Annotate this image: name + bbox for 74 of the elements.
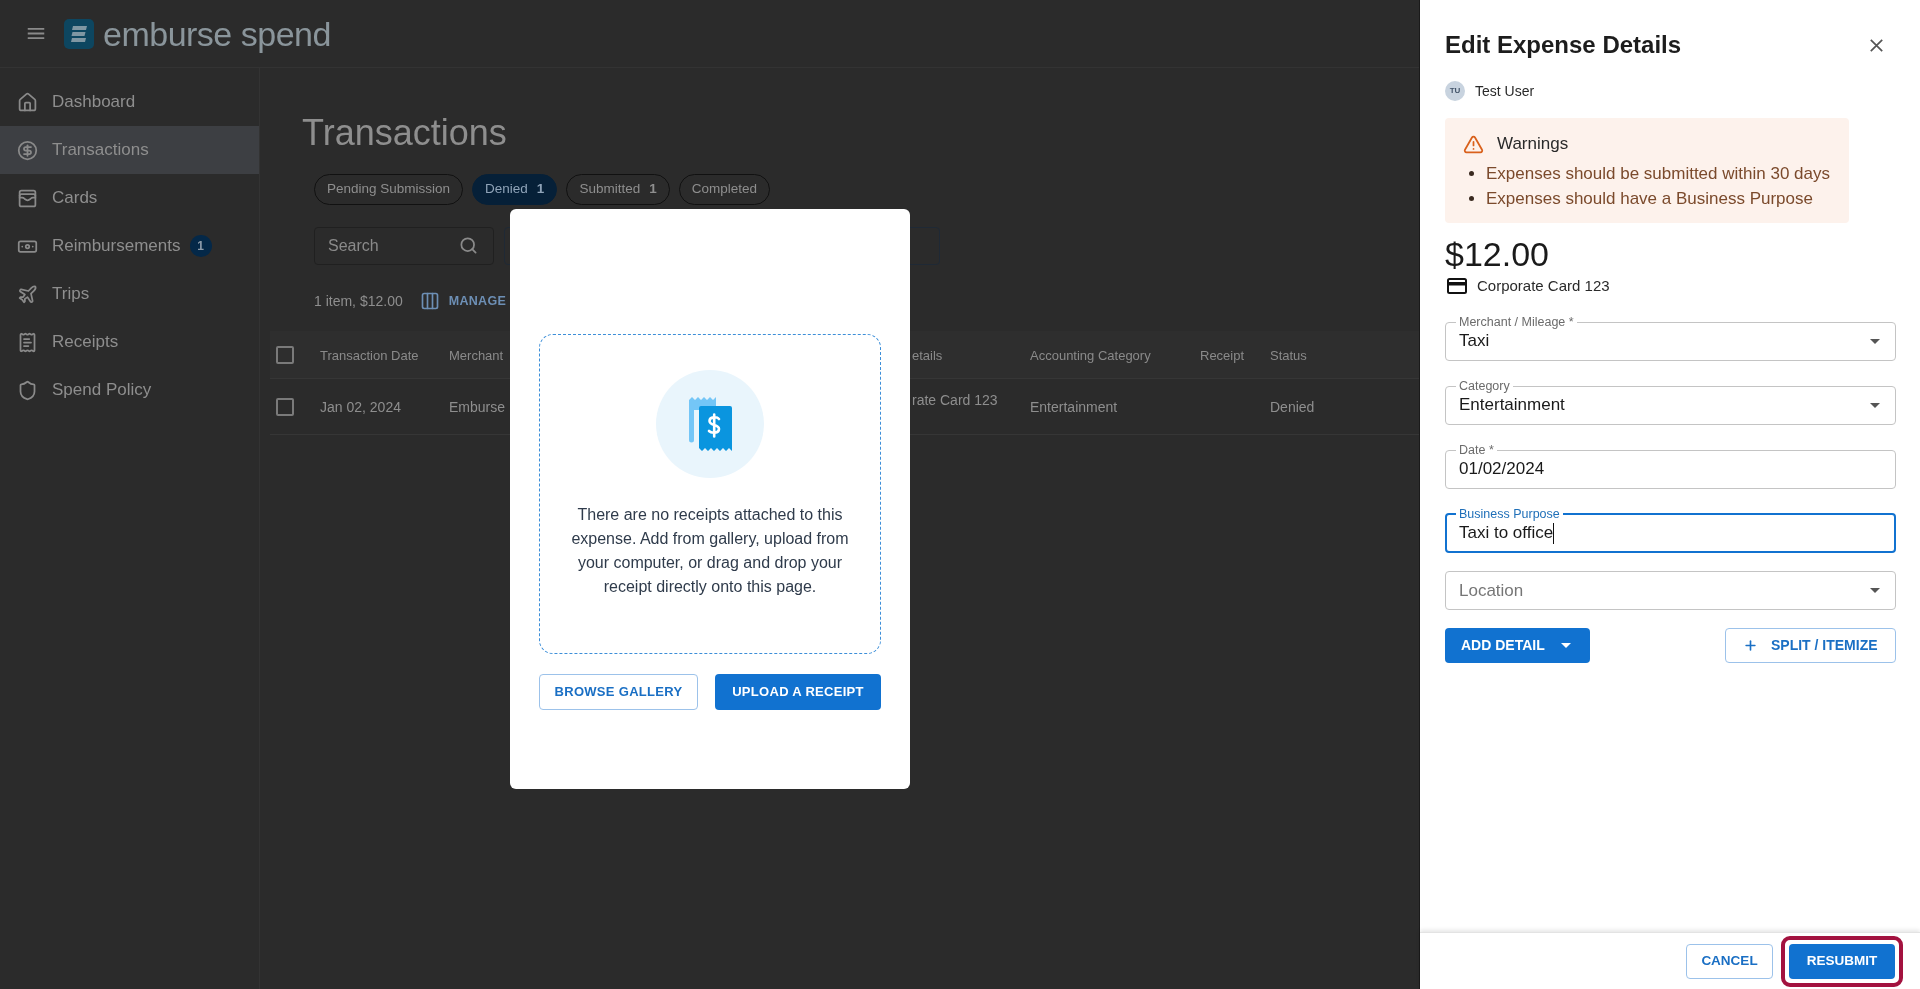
warning-icon <box>1463 133 1484 155</box>
column-header: Accounting Category <box>1030 347 1151 363</box>
nav-item[interactable]: Reimbursements 1 <box>0 222 259 270</box>
column-header: Merchant <box>449 347 504 363</box>
text-cursor-icon <box>1553 522 1555 544</box>
primary-button[interactable]: RESUBMIT <box>1789 943 1895 979</box>
table-cell: Emburse <box>449 398 506 415</box>
secondary-button[interactable]: BROWSE GALLERY <box>539 674 698 710</box>
search-icon <box>459 236 478 255</box>
filter-chip[interactable]: Denied 1 <box>472 174 558 205</box>
table-cell: Jan 02, 2024 <box>320 398 401 415</box>
shield-icon <box>17 379 38 401</box>
column-header: Status <box>1270 347 1307 363</box>
columns-icon <box>419 291 440 311</box>
card-icon <box>1447 278 1467 294</box>
card-name: Corporate Card 123 <box>1477 275 1610 296</box>
warning-item: Expenses should have a Business Purpose <box>1486 188 1813 210</box>
count-badge: 1 <box>189 235 212 257</box>
field-label: Business Purpose <box>1458 507 1561 521</box>
text-field[interactable]: Date * 01/02/2024 <box>1445 443 1896 489</box>
panel-title: Edit Expense Details <box>1445 30 1682 60</box>
primary-button[interactable]: UPLOAD A RECEIPT <box>715 674 881 710</box>
nav-item[interactable]: Dashboard <box>0 78 259 126</box>
search-field[interactable]: Search <box>314 227 494 265</box>
table-cell: Denied <box>1270 398 1315 415</box>
drop-zone[interactable]: There are no receipts attached to this expense. Add from gallery, upload from your computer, or drag and drop your receipt directly onto this page. <box>539 334 881 654</box>
cards-icon <box>17 187 38 209</box>
close-icon <box>1869 38 1883 52</box>
checkbox[interactable] <box>276 345 294 364</box>
bullet-icon <box>1469 196 1474 201</box>
caret-icon <box>1870 402 1880 408</box>
nav-item[interactable]: Cards <box>0 174 259 222</box>
dropdown-button[interactable]: ADD DETAIL <box>1445 628 1590 663</box>
logo-icon <box>64 18 94 49</box>
field-label: Category <box>1458 379 1511 393</box>
receipt-icon <box>656 370 764 478</box>
caret-icon <box>1870 588 1880 593</box>
column-header: Transaction Date <box>320 347 419 363</box>
warning-item: Expenses should be submitted within 30 days <box>1486 163 1830 185</box>
add-button[interactable]: SPLIT / ITEMIZE <box>1725 628 1896 663</box>
table-cell: Entertainment <box>1030 398 1118 415</box>
receipt-icon <box>17 331 38 353</box>
select-field[interactable]: Category Entertainment <box>1445 379 1896 425</box>
warnings-title: Warnings <box>1497 133 1569 156</box>
nav-item[interactable]: Trips <box>0 270 259 318</box>
select-field[interactable]: Location <box>1445 571 1896 610</box>
field-label: Merchant / Mileage * <box>1458 315 1575 329</box>
field-label: Date * <box>1458 443 1495 457</box>
select-field[interactable]: Merchant / Mileage * Taxi <box>1445 315 1896 361</box>
item-summary: 1 item, $12.00 <box>314 291 403 311</box>
menu-icon[interactable] <box>27 28 45 39</box>
plane-icon <box>17 283 38 305</box>
user-name: Test User <box>1475 81 1535 101</box>
table-cell: rate Card 123 <box>912 391 998 408</box>
nav-item[interactable]: Transactions <box>0 126 259 174</box>
manage-link[interactable]: MANAGE <box>419 291 507 311</box>
nav-item[interactable]: Spend Policy <box>0 366 259 414</box>
checkbox[interactable] <box>276 397 294 416</box>
logo-text: emburse spend <box>103 13 331 54</box>
house-icon <box>17 91 38 113</box>
text-field[interactable]: Business Purpose Taxi to office <box>1445 507 1896 553</box>
empty-state-message: There are no receipts attached to this expense. Add from gallery, upload from your computer, or drag and drop your receipt directly onto this page. <box>570 505 850 597</box>
amount: $12.00 <box>1445 234 1549 274</box>
column-header: etails <box>912 347 943 363</box>
bullet-icon <box>1469 171 1474 176</box>
secondary-button[interactable]: CANCEL <box>1686 943 1773 979</box>
caret-icon <box>1870 338 1880 344</box>
nav-item[interactable]: Receipts <box>0 318 259 366</box>
dollar-circle-icon <box>17 139 38 161</box>
user-avatar: TU <box>1445 81 1465 101</box>
caret-icon <box>1560 643 1571 648</box>
column-header: Receipt <box>1200 347 1245 363</box>
plus-icon <box>1743 638 1758 653</box>
page-title: Transactions <box>302 111 507 155</box>
